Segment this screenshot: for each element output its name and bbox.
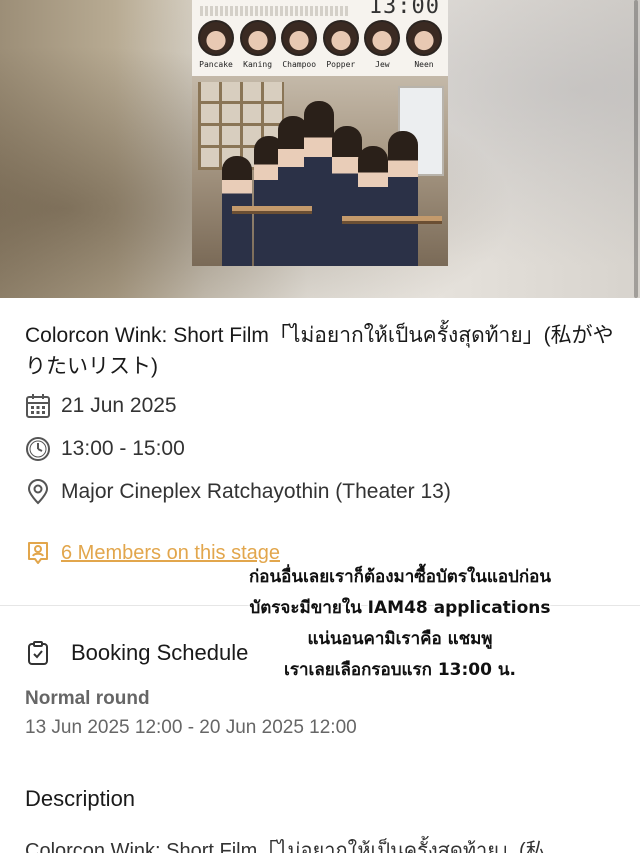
poster-member-faces: Pancake Kaning Champoo Popper Jew Neen <box>196 20 444 69</box>
description-heading: Description <box>25 786 136 811</box>
event-title: Colorcon Wink: Short Film「ไม่อยากให้เป็น… <box>25 324 614 378</box>
member-photo <box>405 20 442 56</box>
event-time-row: 13:00 - 15:00 <box>25 436 185 462</box>
caption-line: ก่อนอื่นเลยเราก็ต้องมาซื้อบัตรในแอปก่อน <box>249 567 551 587</box>
round-dates: 13 Jun 2025 12:00 - 20 Jun 2025 12:00 <box>25 717 357 738</box>
clipboard-check-icon <box>25 640 51 666</box>
event-time: 13:00 - 15:00 <box>61 437 185 460</box>
clock-icon <box>25 436 51 462</box>
classroom-photo <box>192 76 448 266</box>
calendar-icon <box>25 393 51 419</box>
location-pin-icon <box>25 479 51 505</box>
overlay-caption: ก่อนอื่นเลยเราก็ต้องมาซื้อบัตรในแอปก่อน … <box>180 562 620 686</box>
member-badge-icon <box>25 540 51 566</box>
event-venue: Major Cineplex Ratchayothin (Theater 13) <box>61 480 451 503</box>
member-photo <box>364 20 401 56</box>
member-photo <box>322 20 359 56</box>
poster-member: Neen <box>404 20 444 69</box>
event-banner: 13:00 Pancake Kaning Champoo Popper Jew … <box>0 0 640 298</box>
event-date-row: 21 Jun 2025 <box>25 393 177 419</box>
poster-member: Pancake <box>196 20 236 69</box>
round-label: Normal round <box>25 688 150 709</box>
poster-member: Kaning <box>238 20 278 69</box>
poster-member: Champoo <box>279 20 319 69</box>
scrollbar[interactable] <box>634 0 638 298</box>
event-venue-row: Major Cineplex Ratchayothin (Theater 13) <box>25 479 451 505</box>
poster-time-text: 13:00 <box>368 0 440 19</box>
description-text: Colorcon Wink: Short Film「ไม่อยากให้เป็น… <box>25 840 546 853</box>
caption-line: เราเลยเลือกรอบแรก 13:00 น. <box>284 660 516 680</box>
poster-member: Popper <box>321 20 361 69</box>
caption-line: บัตรจะมีขายใน IAM48 applications <box>249 598 551 618</box>
event-date: 21 Jun 2025 <box>61 394 177 417</box>
caption-line: แน่นอนคามิเราคือ แชมพู <box>307 629 493 649</box>
member-photo <box>198 20 234 56</box>
member-photo <box>281 20 318 56</box>
event-poster: 13:00 Pancake Kaning Champoo Popper Jew … <box>192 0 448 266</box>
member-photo <box>239 20 276 56</box>
poster-member: Jew <box>362 20 402 69</box>
